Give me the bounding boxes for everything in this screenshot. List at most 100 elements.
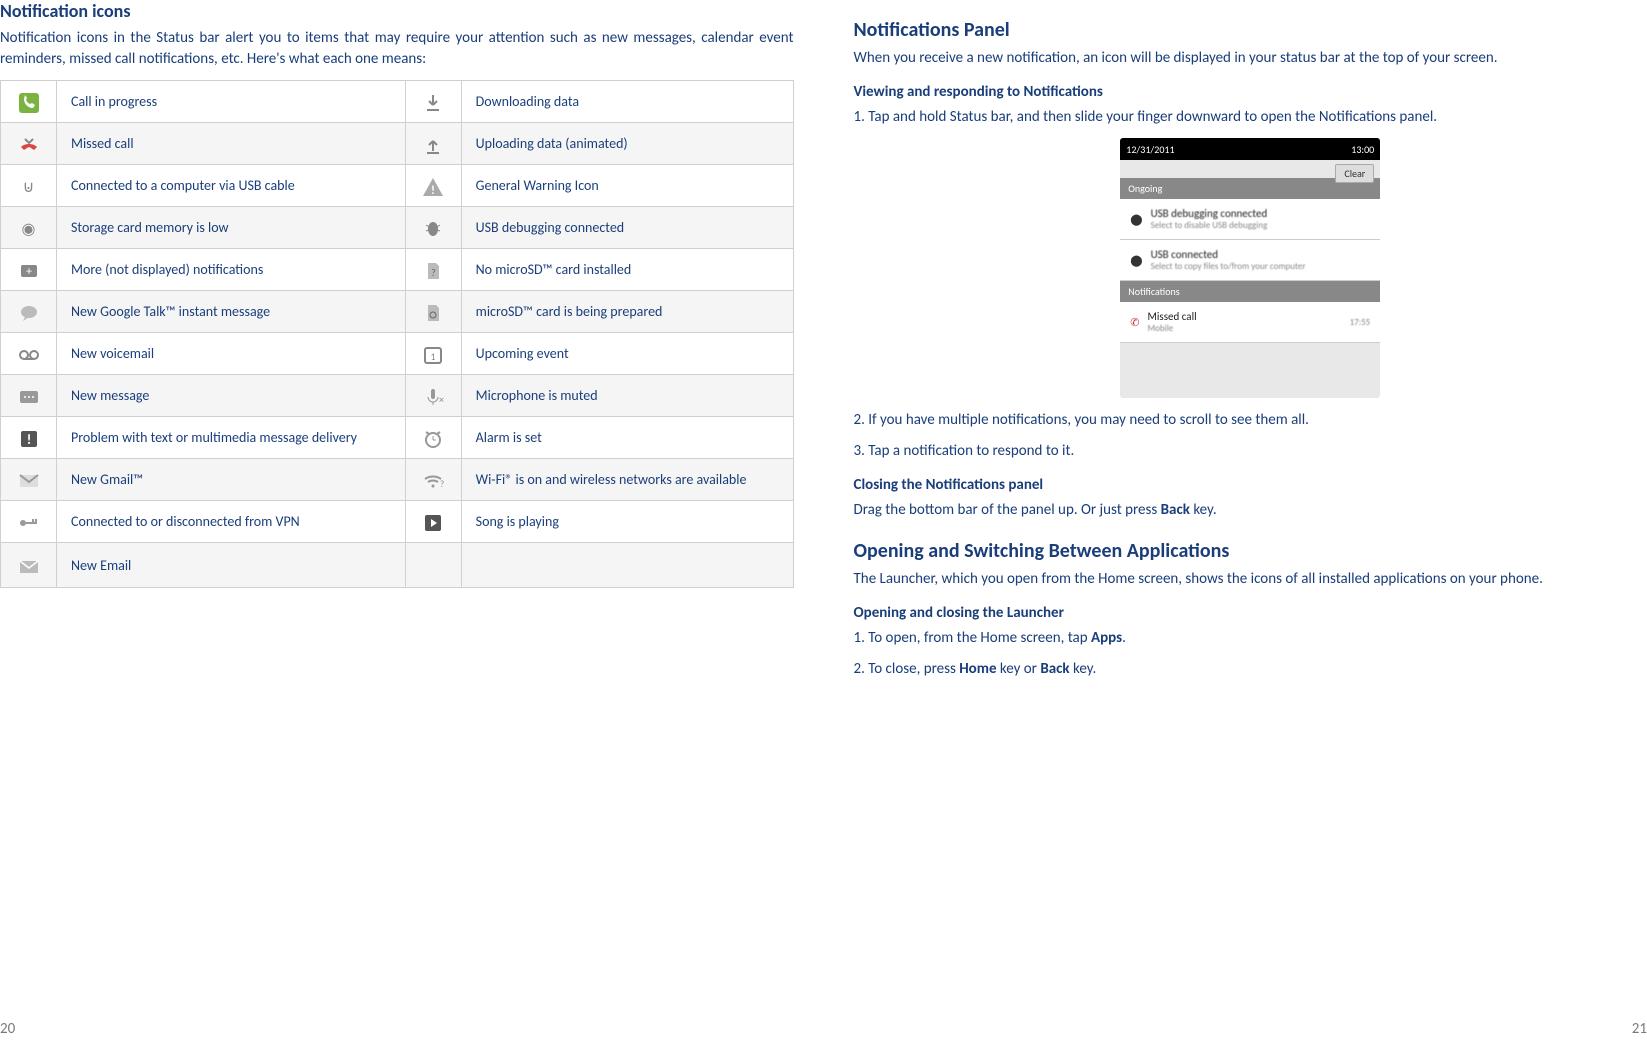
icon-description: New message xyxy=(57,375,406,417)
icon-description: microSD™ card is being prepared xyxy=(461,291,793,333)
icon-description xyxy=(461,543,793,588)
opening-switching-text: The Launcher, which you open from the Ho… xyxy=(854,569,1647,590)
icon-description: Downloading data xyxy=(461,81,793,123)
alarm-icon xyxy=(405,417,461,459)
launcher1-pre: 1. To open, from the Home screen, tap xyxy=(854,629,1092,647)
table-row: Connected to or disconnected from VPN Son… xyxy=(1,501,794,543)
notifications-panel-title: Notifications Panel xyxy=(854,18,1647,42)
launcher2-bold2: Back xyxy=(1040,660,1069,678)
message-problem-icon: ! xyxy=(1,417,57,459)
gmail-icon xyxy=(1,459,57,501)
icon-description: New Email xyxy=(57,543,406,588)
notifications-panel-intro: When you receive a new notification, an … xyxy=(854,48,1647,69)
left-page: Notification icons Notification icons in… xyxy=(0,0,824,1048)
notification-icons-table: Call in progress Downloading data Missed c… xyxy=(0,80,794,588)
launcher1-post: . xyxy=(1122,629,1126,647)
notifications-panel-screenshot: 12/31/2011 13:00 Clear Ongoing ⬤ USB deb… xyxy=(1120,138,1380,398)
launcher2-post: key. xyxy=(1070,660,1097,678)
page-number-right: 21 xyxy=(1632,1020,1647,1038)
icon-description: Song is playing xyxy=(461,501,793,543)
table-row: New Gmail™?Wi-Fi® is on and wireless net… xyxy=(1,459,794,501)
svg-text:!: ! xyxy=(431,184,435,198)
table-row: ⊍Connected to a computer via USB cable!G… xyxy=(1,165,794,207)
email-icon xyxy=(1,543,57,588)
missed-call-label: Missed call xyxy=(1147,310,1341,323)
table-row: New message × Microphone is muted xyxy=(1,375,794,417)
opening-switching-title: Opening and Switching Between Applicatio… xyxy=(854,539,1647,563)
icon-description: Microphone is muted xyxy=(461,375,793,417)
usb-debug-label: USB debugging connected xyxy=(1151,207,1268,220)
viewing-step-1: 1. Tap and hold Status bar, and then sli… xyxy=(854,107,1647,128)
new-message-icon xyxy=(1,375,57,417)
missed-call-time: 17:55 xyxy=(1350,317,1371,328)
svg-text:?: ? xyxy=(440,479,444,490)
right-page: Notifications Panel When you receive a n… xyxy=(824,0,1647,1048)
table-row: ◉Storage card memory is lowUSB debugging… xyxy=(1,207,794,249)
usb-debugging-row[interactable]: ⬤ USB debugging connected Select to disa… xyxy=(1120,199,1380,240)
icon-description: New Google Talk™ instant message xyxy=(57,291,406,333)
usb-connected-label: USB connected xyxy=(1151,248,1306,261)
calendar-event-icon: 1 xyxy=(405,333,461,375)
usb-icon: ⊍ xyxy=(1,165,57,207)
closing-panel-title: Closing the Notifications panel xyxy=(854,476,1647,494)
mic-muted-icon: × xyxy=(405,375,461,417)
upload-icon xyxy=(405,123,461,165)
download-icon xyxy=(405,81,461,123)
usb-connected-row[interactable]: ⬤ USB connected Select to copy files to/… xyxy=(1120,240,1380,281)
launcher-step-2: 2. To close, press Home key or Back key. xyxy=(854,659,1647,680)
svg-text:1: 1 xyxy=(431,350,436,363)
missed-call-icon xyxy=(1,123,57,165)
icon-description: Call in progress xyxy=(57,81,406,123)
missed-call-row[interactable]: ✆ Missed call Mobile 17:55 xyxy=(1120,302,1380,343)
notifications-header: Notifications xyxy=(1120,281,1380,302)
icon-description: Connected to or disconnected from VPN xyxy=(57,501,406,543)
icon-description: General Warning Icon xyxy=(461,165,793,207)
icon-description: New voicemail xyxy=(57,333,406,375)
gtalk-icon xyxy=(1,291,57,333)
notification-icons-intro: Notification icons in the Status bar ale… xyxy=(0,28,794,70)
empty-cell xyxy=(405,543,461,588)
table-row: New Google Talk™ instant message microSD™… xyxy=(1,291,794,333)
closing-text-bold: Back xyxy=(1161,501,1190,519)
launcher-step-1: 1. To open, from the Home screen, tap Ap… xyxy=(854,628,1647,649)
launcher2-bold1: Home xyxy=(959,660,996,678)
table-row: Call in progress Downloading data xyxy=(1,81,794,123)
icon-description: New Gmail™ xyxy=(57,459,406,501)
screenshot-clock: 13:00 xyxy=(1351,143,1374,156)
usb-debug-icon xyxy=(405,207,461,249)
song-playing-icon xyxy=(405,501,461,543)
closing-text-post: key. xyxy=(1190,501,1217,519)
icon-description: Uploading data (animated) xyxy=(461,123,793,165)
icon-description: No microSD™ card installed xyxy=(461,249,793,291)
warning-icon: ! xyxy=(405,165,461,207)
call-in-progress-icon xyxy=(1,81,57,123)
page-number-left: 20 xyxy=(0,1020,15,1038)
icon-description: Problem with text or multimedia message … xyxy=(57,417,406,459)
svg-text:+: + xyxy=(26,265,32,279)
icon-description: USB debugging connected xyxy=(461,207,793,249)
no-sd-icon: ? xyxy=(405,249,461,291)
closing-panel-text: Drag the bottom bar of the panel up. Or … xyxy=(854,500,1647,521)
svg-text:×: × xyxy=(439,393,444,406)
clear-button[interactable]: Clear xyxy=(1335,164,1374,183)
launcher1-bold: Apps xyxy=(1091,629,1122,647)
svg-text:!: ! xyxy=(26,431,31,448)
vpn-icon xyxy=(1,501,57,543)
viewing-step-3: 3. Tap a notification to respond to it. xyxy=(854,441,1647,462)
svg-text:?: ? xyxy=(431,266,436,279)
table-row: New Email xyxy=(1,543,794,588)
table-row: New voicemail1Upcoming event xyxy=(1,333,794,375)
table-row: ! Problem with text or multimedia message… xyxy=(1,417,794,459)
more-notifications-icon: + xyxy=(1,249,57,291)
usb-connected-icon: ⬤ xyxy=(1130,254,1142,267)
launcher2-pre: 2. To close, press xyxy=(854,660,960,678)
missed-call-icon: ✆ xyxy=(1130,316,1139,329)
icon-description: More (not displayed) notifications xyxy=(57,249,406,291)
notification-icons-title: Notification icons xyxy=(0,0,794,22)
usb-debug-icon: ⬤ xyxy=(1130,213,1142,226)
missed-call-sub: Mobile xyxy=(1147,323,1341,334)
viewing-step-2: 2. If you have multiple notifications, y… xyxy=(854,410,1647,431)
table-row: + More (not displayed) notifications? No m… xyxy=(1,249,794,291)
icon-description: Missed call xyxy=(57,123,406,165)
icon-description: Alarm is set xyxy=(461,417,793,459)
